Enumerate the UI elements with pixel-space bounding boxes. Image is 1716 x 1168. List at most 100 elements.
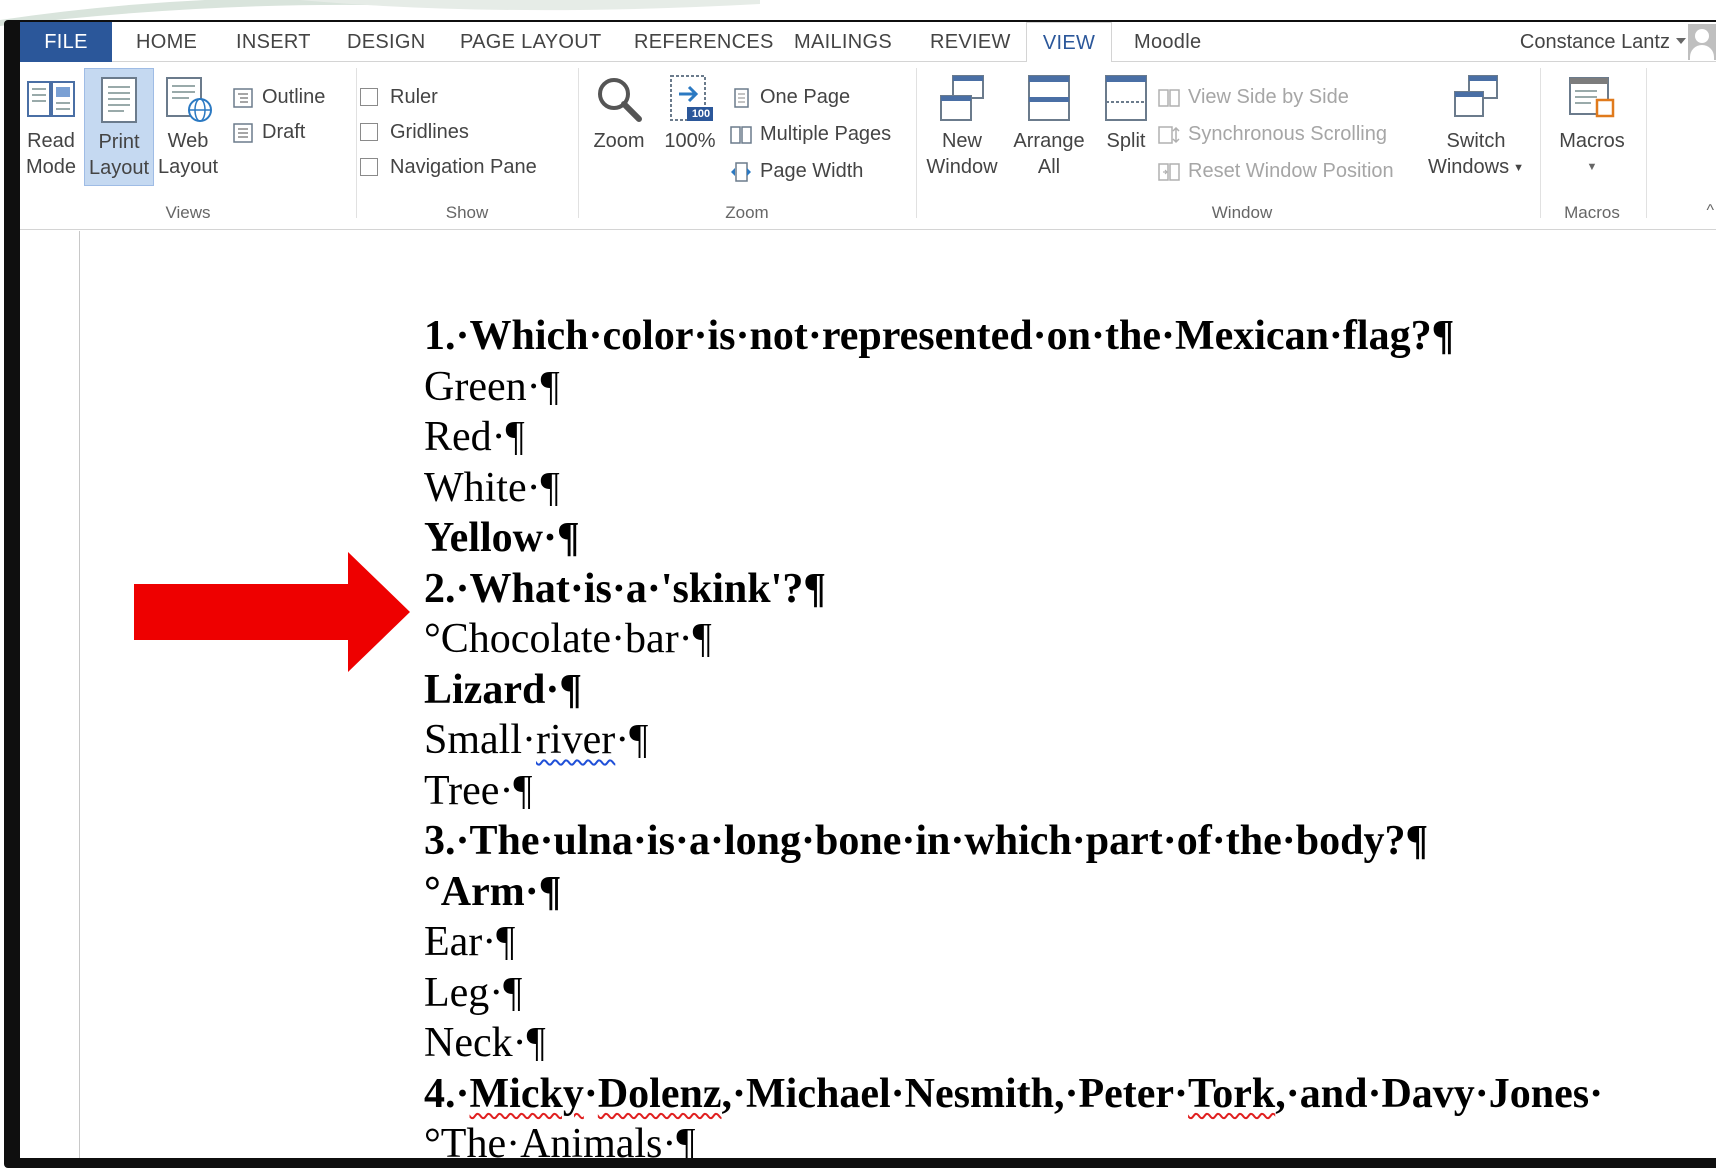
tab-mailings[interactable]: MAILINGS [794,22,892,62]
ruler-label: Ruler [390,86,438,108]
outline-button[interactable]: Outline [228,82,325,112]
web-layout-button[interactable]: Web Layout [156,68,220,186]
switch-windows-label-1: Switch [1446,130,1506,152]
group-divider [1540,68,1541,218]
question-text: ,·and·Davy·Jones· [1275,1070,1604,1117]
views-group-label: Views [165,203,211,222]
synchronous-scrolling-button[interactable]: Synchronous Scrolling [1154,119,1387,149]
synchronous-scrolling-icon [1158,124,1180,144]
answer-line: °The·Animals·¶ [424,1121,696,1158]
gridlines-checkbox-box[interactable] [360,123,378,141]
split-button[interactable]: Split [1094,68,1158,186]
page-width-label: Page Width [760,160,864,182]
navigation-pane-checkbox-box[interactable] [360,158,378,176]
answer-line: White·¶ [424,464,560,511]
macros-group-label: Macros [1564,203,1620,222]
chevron-down-icon: ▼ [1586,161,1598,173]
question-line: 1.·Which·color·is·not·represented·on·the… [424,313,1455,359]
ruler-checkbox-box[interactable] [360,88,378,106]
group-divider [356,68,357,218]
tab-home[interactable]: HOME [136,22,197,62]
tab-view[interactable]: VIEW [1026,22,1112,63]
ribbon-view: Read Mode Print Layout Web Layout Outlin… [20,62,1716,230]
outline-icon [232,87,254,108]
read-mode-label-2: Mode [25,156,77,178]
tab-page-layout[interactable]: PAGE LAYOUT [460,22,601,62]
zoom-100-badge: 100 [691,108,711,120]
read-mode-button[interactable]: Read Mode [20,68,82,186]
synchronous-scrolling-label: Synchronous Scrolling [1188,123,1387,145]
zoom-button[interactable]: Zoom [582,68,656,186]
ribbon-tab-row: FILE HOME INSERT DESIGN PAGE LAYOUT REFE… [20,22,1716,63]
chevron-down-icon: ▼ [1513,161,1525,174]
multiple-pages-icon [730,124,752,144]
read-mode-icon [26,74,76,124]
zoom-100-button[interactable]: 100 100% [658,68,722,186]
navigation-pane-checkbox[interactable]: Navigation Pane [360,152,537,182]
switch-windows-icon [1451,74,1501,124]
one-page-button[interactable]: One Page [726,82,850,112]
answer-line: Tree·¶ [424,767,533,814]
arrange-all-button[interactable]: Arrange All [1006,68,1092,186]
left-gutter [20,231,80,1158]
user-name[interactable]: Constance Lantz [1520,22,1670,62]
arrange-all-icon [1024,74,1074,124]
reset-window-position-label: Reset Window Position [1188,160,1394,182]
answer-text: Small· [424,717,536,763]
gridlines-checkbox[interactable]: Gridlines [360,117,469,147]
view-side-by-side-icon [1158,87,1180,107]
question-line: 3.·The·ulna·is·a·long·bone·in·which·part… [424,818,1429,864]
view-side-by-side-label: View Side by Side [1188,86,1349,108]
user-avatar[interactable] [1688,24,1716,60]
document-page[interactable]: 1.·Which·color·is·not·represented·on·the… [81,231,1716,1158]
new-window-button[interactable]: New Window [920,68,1004,186]
web-layout-label-2: Layout [157,156,219,178]
draft-icon [232,122,254,143]
view-side-by-side-button[interactable]: View Side by Side [1154,82,1349,112]
document-body[interactable]: 1.·Which·color·is·not·represented·on·the… [424,311,1603,1158]
tab-review[interactable]: REVIEW [930,22,1011,62]
page-width-button[interactable]: Page Width [726,156,863,186]
draft-label: Draft [262,121,306,143]
answer-text: ·¶ [615,717,649,763]
navigation-pane-label: Navigation Pane [390,156,537,178]
switch-windows-button[interactable]: Switch Windows ▼ [1424,68,1528,186]
tab-design[interactable]: DESIGN [347,22,425,62]
zoom-100-label: 100% [664,130,716,152]
collapse-ribbon-icon[interactable]: ^ [1706,202,1714,220]
macros-button[interactable]: Macros ▼ [1546,68,1638,186]
tab-insert[interactable]: INSERT [236,22,311,62]
gridlines-label: Gridlines [390,121,469,143]
draft-button[interactable]: Draft [228,117,305,147]
tab-references[interactable]: REFERENCES [634,22,774,62]
print-layout-label-2: Layout [88,157,150,179]
answer-line-correct: °Arm·¶ [424,868,562,915]
window-group-label: Window [1211,203,1273,222]
magnifier-icon [594,74,644,124]
arrange-all-label-1: Arrange [1013,130,1085,152]
answer-line: Neck·¶ [424,1020,546,1066]
user-menu-caret-icon[interactable] [1676,38,1686,44]
answer-line: Ear·¶ [424,919,516,965]
question-text: · [583,1070,598,1117]
print-layout-button[interactable]: Print Layout [84,68,154,186]
switch-windows-label-2: Windows ▼ [1424,154,1528,181]
group-divider [578,68,579,218]
show-group-label: Show [445,203,489,222]
grammar-flagged-word: river [536,717,616,763]
split-label: Split [1106,130,1146,152]
ruler-checkbox[interactable]: Ruler [360,82,438,112]
web-layout-icon [163,74,213,124]
tab-file[interactable]: FILE [20,22,112,62]
zoom-100-icon: 100 [665,74,715,124]
multiple-pages-button[interactable]: Multiple Pages [726,119,891,149]
macros-label: Macros [1559,130,1625,152]
page-width-icon [730,161,752,182]
read-mode-label-1: Read [27,130,75,152]
answer-line-correct: Yellow·¶ [424,515,580,561]
tab-moodle[interactable]: Moodle [1134,22,1201,62]
reset-window-position-button[interactable]: Reset Window Position [1154,156,1394,186]
outline-label: Outline [262,86,326,108]
question-text: ,·Michael·Nesmith,·Peter· [721,1070,1189,1117]
answer-line-correct: Lizard·¶ [424,666,583,713]
